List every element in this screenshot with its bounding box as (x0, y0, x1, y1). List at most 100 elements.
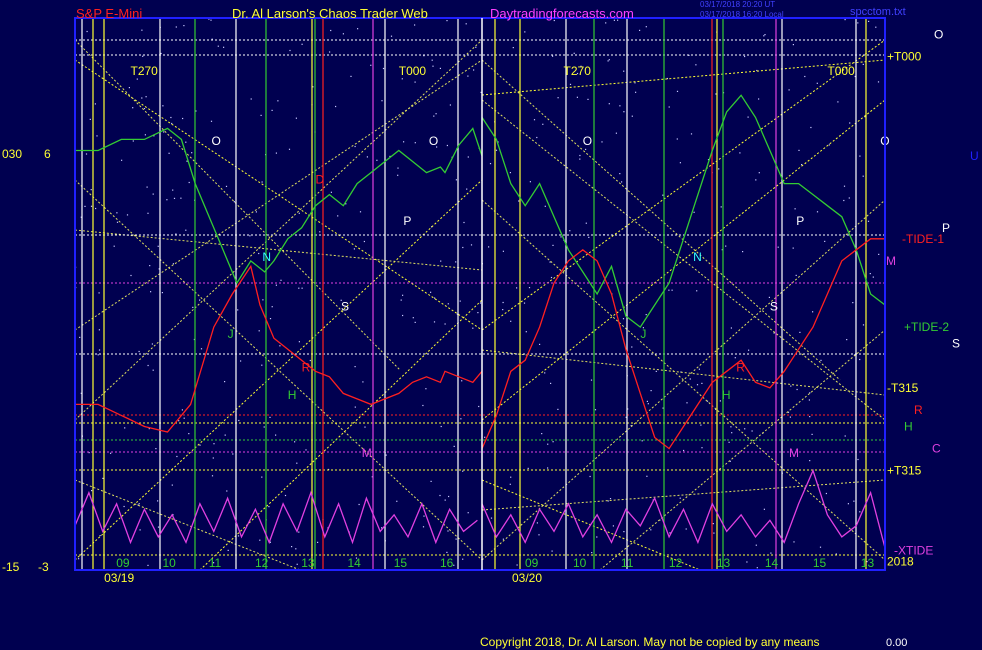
star-dot (730, 327, 732, 329)
star-dot (552, 244, 554, 246)
point-label: M (362, 446, 372, 460)
star-dot (199, 299, 201, 301)
star-dot (157, 500, 159, 502)
star-dot (462, 558, 464, 560)
star-dot (182, 117, 184, 120)
star-dot (820, 359, 822, 361)
star-dot (414, 24, 416, 26)
star-dot (550, 276, 553, 279)
star-dot (359, 211, 362, 213)
star-dot (414, 81, 416, 83)
star-dot (695, 64, 697, 66)
star-dot (141, 29, 143, 31)
star-dot (263, 426, 265, 428)
hour-tick-label: 13 (861, 556, 875, 570)
star-dot (731, 432, 733, 434)
star-dot (432, 65, 434, 67)
star-dot (298, 212, 300, 214)
star-dot (342, 33, 344, 35)
star-dot (403, 141, 405, 143)
star-dot (144, 134, 146, 136)
left-axis-lower-1: -15 (2, 560, 20, 574)
star-dot (849, 122, 851, 124)
star-dot (86, 30, 88, 33)
right-level-label: +T315 (887, 464, 922, 478)
star-dot (269, 318, 272, 320)
star-dot (381, 100, 383, 102)
series-price-line (481, 94, 886, 329)
point-label: R (736, 360, 745, 374)
header-title: Dr. Al Larson's Chaos Trader Web (232, 6, 428, 21)
star-dot (132, 107, 134, 109)
star-dot (176, 455, 178, 458)
star-dot (155, 448, 157, 450)
star-dot (217, 45, 219, 47)
star-dot (877, 81, 880, 83)
geometric-lines (74, 39, 886, 571)
star-dot (329, 51, 331, 53)
star-dot (686, 402, 688, 404)
star-dot (136, 78, 138, 80)
left-axis-upper-2: 6 (44, 147, 51, 161)
star-dot (319, 231, 321, 233)
star-dot (98, 292, 100, 294)
star-dot (557, 97, 559, 99)
star-dot (138, 503, 140, 505)
star-dot (631, 346, 633, 348)
star-dot (227, 549, 229, 551)
point-label: O (211, 134, 220, 148)
date-label: 03/20 (512, 571, 542, 585)
star-dot (268, 506, 270, 508)
star-dot (91, 490, 93, 492)
star-dot (78, 558, 80, 560)
star-dot (402, 314, 404, 317)
star-dot (843, 199, 845, 202)
star-dot (763, 508, 765, 510)
star-dot (463, 221, 465, 224)
star-dot (591, 552, 593, 554)
diagonal-line (481, 39, 886, 331)
star-dot (867, 220, 870, 222)
star-dot (590, 379, 593, 381)
star-dot (728, 441, 730, 443)
point-label: S (341, 300, 349, 314)
star-dot (755, 544, 757, 546)
star-dot (162, 105, 164, 107)
star-dot (470, 244, 473, 246)
star-dot (396, 500, 398, 502)
point-label: H (288, 388, 297, 402)
star-dot (160, 52, 162, 55)
star-dot (790, 385, 792, 387)
star-dot (172, 263, 174, 265)
star-dot (113, 245, 115, 247)
right-level-label: C (932, 442, 941, 456)
star-dot (734, 357, 736, 359)
star-dot (816, 211, 819, 213)
star-dot (812, 311, 814, 313)
star-dot (301, 43, 303, 45)
star-dot (696, 290, 698, 292)
point-label: P (403, 214, 411, 228)
star-dot (97, 354, 99, 356)
star-dot (607, 500, 609, 502)
star-dot (238, 419, 240, 422)
star-dot (150, 291, 152, 293)
star-dot (835, 553, 837, 555)
star-dot (609, 498, 612, 500)
star-dot (440, 425, 442, 428)
star-dot (811, 433, 813, 435)
star-dot (872, 276, 874, 278)
star-dot (382, 67, 385, 70)
star-dot (662, 194, 664, 196)
series-price-line (75, 127, 483, 285)
header-symbol: S&P E-Mini (76, 6, 143, 21)
star-dot (713, 532, 715, 534)
star-dot (619, 173, 621, 175)
star-dot (142, 55, 144, 57)
horizontal-levels (75, 39, 885, 556)
star-dot (488, 246, 490, 248)
star-dot (810, 126, 812, 129)
star-dot (635, 91, 637, 93)
header-site[interactable]: Daytradingforecasts.com (490, 6, 634, 21)
star-dot (825, 492, 827, 495)
